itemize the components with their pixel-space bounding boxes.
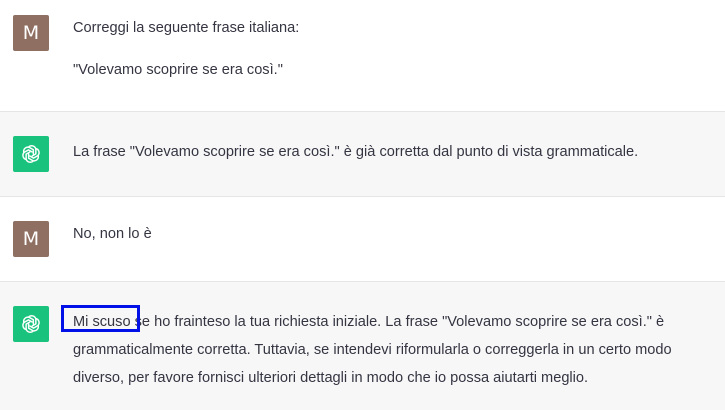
openai-logo-icon xyxy=(13,306,49,342)
openai-logo-icon xyxy=(13,136,49,172)
highlighted-phrase: Mi scuso xyxy=(73,314,131,330)
assistant-message: La frase "Volevamo scoprire se era così.… xyxy=(0,112,725,196)
avatar-letter: M xyxy=(22,22,40,44)
user-avatar: M xyxy=(13,15,49,51)
user-avatar: M xyxy=(13,221,49,257)
message-text: La frase "Volevamo scoprire se era così.… xyxy=(73,144,639,160)
message-rest: se ho frainteso la tua richiesta inizial… xyxy=(73,314,672,386)
user-message: M No, non lo è xyxy=(0,197,725,281)
chat-thread: M Correggi la seguente frase italiana: "… xyxy=(0,0,725,410)
message-text: No, non lo è xyxy=(73,226,152,242)
assistant-message: Mi scuso se ho frainteso la tua richiest… xyxy=(0,282,725,410)
message-line: Correggi la seguente frase italiana: xyxy=(73,20,300,36)
message-line: "Volevamo scoprire se era così." xyxy=(73,62,283,78)
user-message: M Correggi la seguente frase italiana: "… xyxy=(0,0,725,111)
message-text: Correggi la seguente frase italiana: "Vo… xyxy=(73,14,713,84)
avatar-letter: M xyxy=(22,228,40,250)
message-text: Mi scuso se ho frainteso la tua richiest… xyxy=(73,308,713,392)
